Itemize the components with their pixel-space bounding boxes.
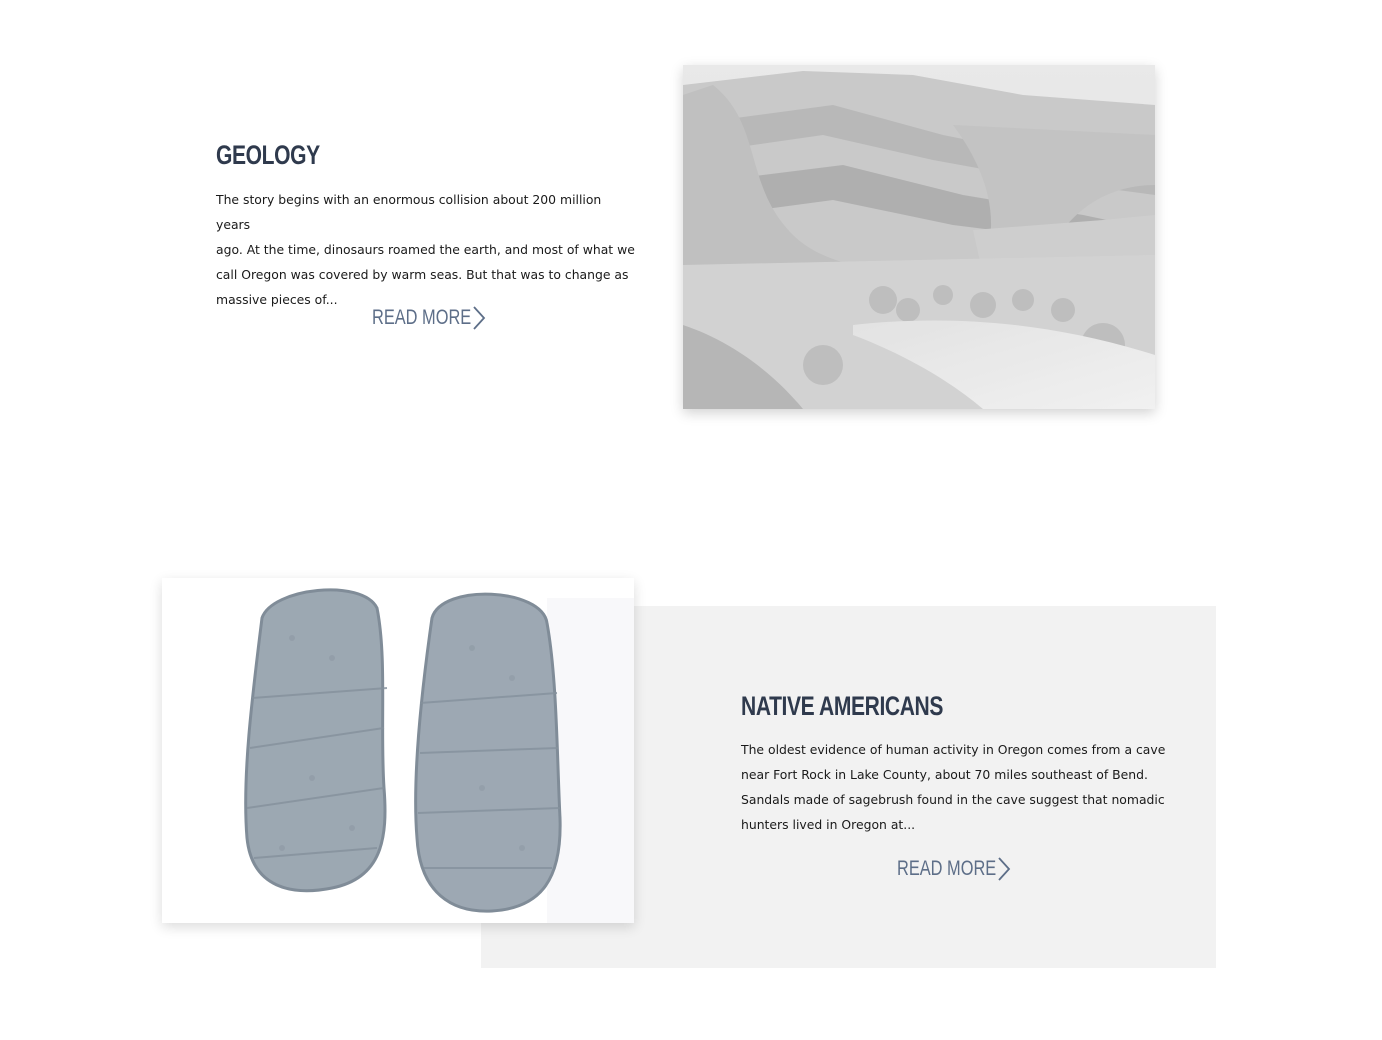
geology-excerpt: The story begins with an enormous collis… [216,187,636,312]
read-more-label: READ MORE [372,306,472,329]
native-americans-excerpt: The oldest evidence of human activity in… [741,737,1171,837]
excerpt-line: The story begins with an enormous collis… [216,192,602,232]
geology-read-more-link[interactable]: READ MORE [372,305,486,331]
excerpt-line: hunters lived in Oregon at... [741,817,916,832]
native-americans-title: NATIVE AMERICANS [741,691,944,721]
excerpt-line: Sandals made of sagebrush found in the c… [741,792,1165,807]
geology-title: GEOLOGY [216,140,320,170]
excerpt-line: ago. At the time, dinosaurs roamed the e… [216,242,635,257]
chevron-right-icon [998,857,1011,881]
excerpt-line: The oldest evidence of human activity in… [741,742,1166,757]
read-more-label: READ MORE [897,857,997,880]
canyon-image [683,65,1155,409]
excerpt-line: call Oregon was covered by warm seas. Bu… [216,267,629,282]
excerpt-line: near Fort Rock in Lake County, about 70 … [741,767,1148,782]
sandals-image [162,578,634,923]
native-americans-read-more-link[interactable]: READ MORE [897,856,1011,882]
canyon-photo [683,65,1155,409]
chevron-right-icon [473,306,486,330]
sandals-photo [162,578,634,923]
